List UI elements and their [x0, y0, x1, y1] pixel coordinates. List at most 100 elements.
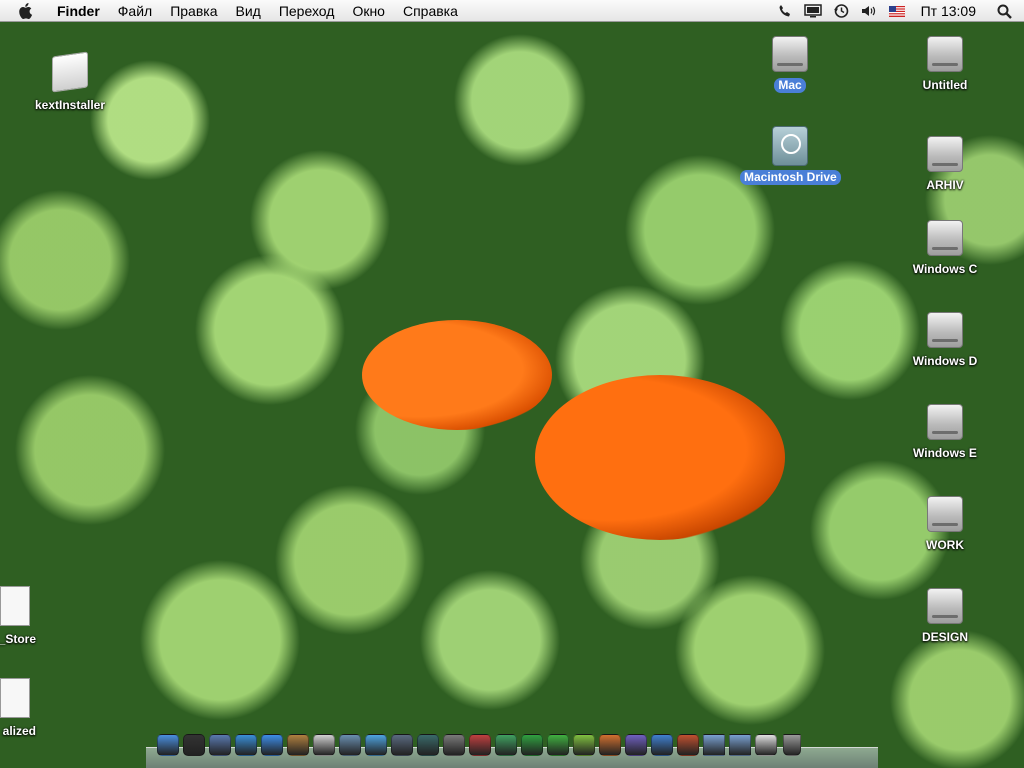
desktop-icon-label: Mac [774, 78, 806, 93]
hard-drive-icon [921, 128, 969, 176]
menu-view[interactable]: Вид [227, 0, 270, 22]
display-icon[interactable] [799, 0, 827, 22]
office-entourage-icon [625, 734, 647, 756]
phone-icon[interactable] [771, 0, 799, 22]
desktop-icon-kextinstaller[interactable]: kextInstaller [20, 48, 120, 114]
address-book-icon [287, 734, 309, 756]
menu-window[interactable]: Окно [343, 0, 394, 22]
time-machine-icon[interactable] [827, 0, 855, 22]
dock-item-trash[interactable] [780, 732, 804, 758]
desktop-icon-label: Windows C [912, 262, 978, 276]
dashboard-icon [183, 734, 205, 756]
menubar-clock[interactable]: Пт 13:09 [911, 3, 990, 19]
desktop-icon-work[interactable]: WORK [895, 488, 995, 554]
safari-icon [235, 734, 257, 756]
desktop-icon-label: DESIGN [921, 630, 968, 644]
desktop-icon-design[interactable]: DESIGN [895, 580, 995, 646]
volume-icon[interactable] [855, 0, 883, 22]
dock-item-spaces[interactable] [390, 732, 414, 758]
ichat-icon [261, 734, 283, 756]
document-icon [0, 582, 38, 630]
menu-bar: Finder Файл Правка Вид Переход Окно Спра… [0, 0, 1024, 22]
desktop-icon-untitled[interactable]: Untitled [895, 28, 995, 94]
app-1-icon [469, 734, 491, 756]
menu-app-finder[interactable]: Finder [49, 0, 109, 22]
hard-drive-icon [921, 488, 969, 536]
app-3-icon [521, 734, 543, 756]
dock-item-safari[interactable] [234, 732, 258, 758]
dock-item-office-entourage[interactable] [624, 732, 648, 758]
apple-menu-icon[interactable] [17, 2, 35, 20]
spaces-icon [391, 734, 413, 756]
desktop-icon-windows-c[interactable]: Windows C [895, 212, 995, 278]
desktop-icon-store-file[interactable]: _Store [0, 582, 40, 648]
desktop-icon-mac[interactable]: Mac [740, 28, 840, 94]
desktop-icon-label: _Store [0, 632, 36, 646]
desktop-icon-label: alized [2, 724, 36, 738]
desktop-icon-macintosh-drive[interactable]: Macintosh Drive [740, 120, 841, 186]
desktop-icon-windows-e[interactable]: Windows E [895, 396, 995, 462]
dock-item-office-word[interactable] [546, 732, 570, 758]
hard-drive-icon [921, 580, 969, 628]
dock-item-iphoto[interactable] [338, 732, 362, 758]
dock-item-office-powerpoint[interactable] [598, 732, 622, 758]
desktop-icon-alized-file[interactable]: alized [0, 674, 40, 740]
desktop-icon-arhiv[interactable]: ARHIV [895, 128, 995, 194]
app-5-icon [755, 734, 777, 756]
clownfish-1 [362, 320, 552, 430]
desktop-icon-label: kextInstaller [34, 98, 106, 112]
dock-item-address-book[interactable] [286, 732, 310, 758]
dock-item-app-4[interactable] [676, 732, 700, 758]
messenger-icon [651, 734, 673, 756]
flag-us-icon[interactable] [883, 0, 911, 22]
dock-item-time-machine[interactable] [416, 732, 440, 758]
iphoto-icon [339, 734, 361, 756]
menu-file[interactable]: Файл [109, 0, 161, 22]
dock [146, 728, 878, 768]
dock-item-itunes[interactable] [364, 732, 388, 758]
dock-item-app-1[interactable] [468, 732, 492, 758]
dock-item-finder[interactable] [156, 732, 180, 758]
desktop-icon-label: Untitled [922, 78, 968, 92]
itunes-icon [365, 734, 387, 756]
preview-icon [209, 734, 231, 756]
time-machine-drive-icon [766, 120, 814, 168]
dock-item-office-excel[interactable] [572, 732, 596, 758]
document-icon [0, 674, 38, 722]
finder-icon [157, 734, 179, 756]
dock-item-ichat[interactable] [260, 732, 284, 758]
package-icon [46, 48, 94, 96]
desktop-icon-label: Windows E [913, 446, 977, 460]
time-machine-icon [417, 734, 439, 756]
spotlight-search-icon[interactable] [990, 0, 1018, 22]
dock-item-applications-folder[interactable] [702, 732, 726, 758]
dock-item-documents-folder[interactable] [728, 732, 752, 758]
dock-item-messenger[interactable] [650, 732, 674, 758]
dock-items [156, 732, 804, 758]
hard-drive-icon [921, 212, 969, 260]
menu-edit[interactable]: Правка [161, 0, 226, 22]
desktop-icon-windows-d[interactable]: Windows D [895, 304, 995, 370]
dock-item-app-3[interactable] [520, 732, 544, 758]
desktop-icon-label: Macintosh Drive [740, 170, 841, 185]
dock-item-app-5[interactable] [754, 732, 778, 758]
dock-item-dashboard[interactable] [182, 732, 206, 758]
app-2-icon [495, 734, 517, 756]
trash-icon [783, 734, 801, 756]
dock-item-app-2[interactable] [494, 732, 518, 758]
desktop-icon-label: Windows D [912, 354, 978, 368]
documents-folder-icon [729, 734, 751, 756]
office-powerpoint-icon [599, 734, 621, 756]
desktop-wallpaper [0, 0, 1024, 768]
desktop-icon-label: ARHIV [926, 178, 964, 192]
dock-item-system-preferences[interactable] [442, 732, 466, 758]
hard-drive-icon [921, 396, 969, 444]
menu-go[interactable]: Переход [270, 0, 344, 22]
hard-drive-icon [921, 304, 969, 352]
ical-icon [313, 734, 335, 756]
hard-drive-icon [921, 28, 969, 76]
clownfish-2 [535, 375, 785, 540]
menu-help[interactable]: Справка [394, 0, 467, 22]
dock-item-ical[interactable] [312, 732, 336, 758]
dock-item-preview[interactable] [208, 732, 232, 758]
